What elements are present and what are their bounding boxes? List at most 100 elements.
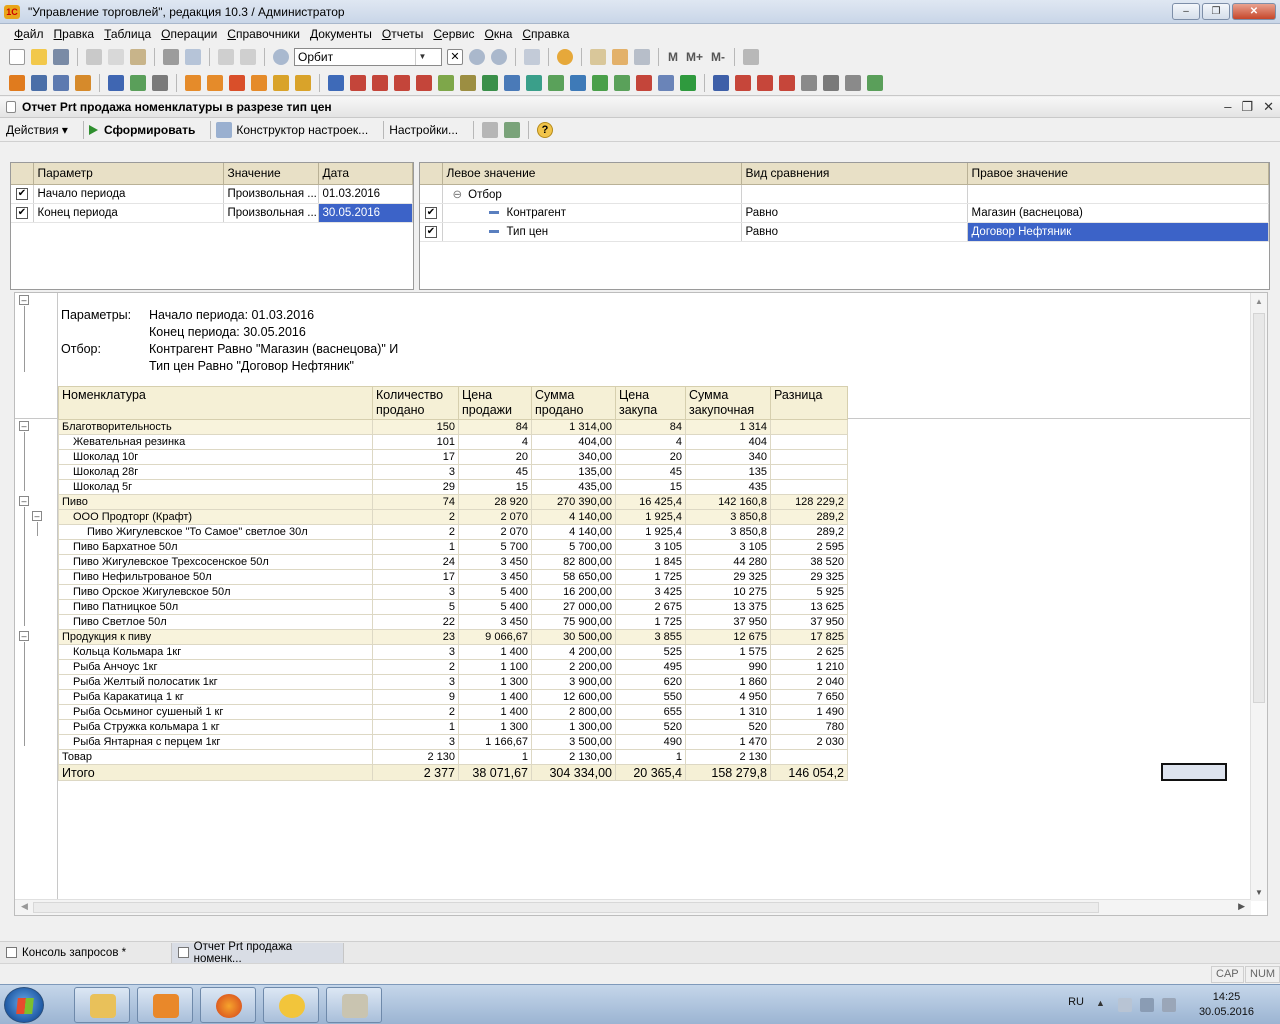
- group-row[interactable]: Благотворительность 150 84 1 314,00 84 1 314: [58, 419, 848, 435]
- doc-approve-icon[interactable]: [592, 74, 608, 91]
- copy-icon[interactable]: [108, 49, 124, 65]
- table-row[interactable]: Пиво Нефильтрованое 50л 17 3 450 58 650,00 1…: [58, 569, 848, 585]
- group-collapse-icon[interactable]: –: [32, 511, 42, 521]
- total-row[interactable]: Итого 2 377 38 071,67 304 334,00 20 365,…: [58, 764, 848, 781]
- payment-icon[interactable]: [295, 74, 311, 91]
- paste-icon[interactable]: [130, 49, 146, 65]
- table-row[interactable]: Пиво Орское Жигулевское 50л 3 5 400 16 200,…: [58, 584, 848, 600]
- doc-excel-icon[interactable]: [680, 74, 696, 91]
- network-icon[interactable]: [1140, 998, 1154, 1012]
- doc-accept-icon[interactable]: [614, 74, 630, 91]
- taskbar-firefox[interactable]: [200, 987, 256, 1023]
- col-value[interactable]: Значение: [223, 163, 319, 185]
- col-parameter[interactable]: Параметр: [33, 163, 224, 185]
- doc-move-icon[interactable]: [328, 74, 344, 91]
- group-row[interactable]: ООО Продторг (Крафт) 2 2 070 4 140,00 1 925,…: [58, 509, 848, 525]
- action-center-icon[interactable]: [1118, 998, 1132, 1012]
- table-row[interactable]: Пиво Жигулевское "То Самое" светлое 30л 2…: [58, 524, 848, 540]
- table-row[interactable]: Рыба Осьминог сушеный 1 кг 2 1 400 2 800,00…: [58, 704, 848, 720]
- group-collapse-icon[interactable]: –: [19, 295, 29, 305]
- doc-check-icon[interactable]: [482, 74, 498, 91]
- param-row[interactable]: ✔ Конец периода Произвольная ... 30.05.2…: [11, 203, 413, 223]
- doc-settings-icon[interactable]: [658, 74, 674, 91]
- group-row[interactable]: Пиво 74 28 920 270 390,00 16 425,4 142 160,8 1…: [58, 494, 848, 510]
- new-document-icon[interactable]: [9, 49, 25, 65]
- settings-button[interactable]: Настройки...: [389, 123, 458, 137]
- menu-table[interactable]: Таблица: [104, 27, 151, 41]
- report-check-icon[interactable]: [867, 74, 883, 91]
- taskbar-media-player[interactable]: [137, 987, 193, 1023]
- doc-price-icon[interactable]: [504, 74, 520, 91]
- scroll-thumb[interactable]: [33, 902, 1099, 913]
- horizontal-scrollbar[interactable]: ◀ ▶: [15, 899, 1251, 915]
- table-row[interactable]: Шоколад 5г 29 15 435,00 15 435: [58, 479, 848, 495]
- start-button[interactable]: [4, 987, 44, 1023]
- cash-icon[interactable]: [273, 74, 289, 91]
- table-row[interactable]: Рыба Анчоус 1кг 2 1 100 2 200,00 495 990 1 210: [58, 659, 848, 675]
- save-settings-icon[interactable]: [504, 121, 521, 138]
- param-value[interactable]: Произвольная ...: [223, 203, 319, 223]
- menu-windows[interactable]: Окна: [484, 27, 512, 41]
- chart-icon[interactable]: [152, 74, 168, 91]
- tab-query-console[interactable]: Консоль запросов *: [0, 942, 172, 963]
- register-icon[interactable]: [31, 74, 47, 91]
- menu-operations[interactable]: Операции: [161, 27, 217, 41]
- help-icon[interactable]: ?: [537, 121, 554, 138]
- param-date[interactable]: 01.03.2016: [318, 184, 413, 204]
- menu-catalogs[interactable]: Справочники: [227, 27, 300, 41]
- menu-documents[interactable]: Документы: [310, 27, 372, 41]
- tray-expand-icon[interactable]: ▲: [1096, 998, 1110, 1012]
- doc-restore-button[interactable]: ❐: [1241, 99, 1253, 115]
- maximize-button[interactable]: ❐: [1202, 3, 1230, 20]
- group-collapse-icon[interactable]: –: [19, 631, 29, 641]
- minimize-button[interactable]: –: [1172, 3, 1200, 20]
- col-comparison[interactable]: Вид сравнения: [741, 163, 968, 185]
- staff-move-icon[interactable]: [779, 74, 795, 91]
- filter-row[interactable]: ✔ Тип цен Равно Договор Нефтяник: [420, 222, 1269, 242]
- calculator-icon[interactable]: [590, 49, 606, 65]
- group-collapse-icon[interactable]: –: [19, 421, 29, 431]
- doc-receipt-icon[interactable]: [350, 74, 366, 91]
- chevron-down-icon[interactable]: ▼: [415, 49, 429, 65]
- doc-return-icon[interactable]: [394, 74, 410, 91]
- close-button[interactable]: ✕: [1232, 3, 1276, 20]
- report-list-icon[interactable]: [845, 74, 861, 91]
- menu-help[interactable]: Справка: [522, 27, 569, 41]
- table-row[interactable]: Жевательная резинка 101 4 404,00 4 404: [58, 434, 848, 450]
- doc-inventory-icon[interactable]: [460, 74, 476, 91]
- undo-icon[interactable]: [218, 49, 234, 65]
- selected-cell-box[interactable]: [1161, 763, 1227, 781]
- find-prev-icon[interactable]: [491, 49, 507, 65]
- return-icon[interactable]: [229, 74, 245, 91]
- actions-menu-button[interactable]: Действия ▾: [6, 123, 68, 137]
- doc-close-button[interactable]: ✕: [1263, 99, 1274, 115]
- menu-service[interactable]: Сервис: [433, 27, 474, 41]
- checkbox-checked[interactable]: ✔: [16, 188, 28, 200]
- search-combo[interactable]: ▼: [294, 48, 442, 66]
- open-folder-icon[interactable]: [31, 49, 47, 65]
- memory-m-button[interactable]: M: [668, 50, 678, 64]
- settings-constructor-button[interactable]: Конструктор настроек...: [216, 121, 368, 138]
- users-icon[interactable]: [634, 49, 650, 65]
- filter-right-selected[interactable]: Договор Нефтяник: [967, 222, 1269, 242]
- search-input[interactable]: [295, 49, 415, 65]
- cut-icon[interactable]: [86, 49, 102, 65]
- table-row[interactable]: Рыба Желтый полосатик 1кг 3 1 300 3 900,00 6…: [58, 674, 848, 690]
- report-spreadsheet[interactable]: – Параметры: Начало периода: 01.03.2016 К…: [14, 292, 1268, 916]
- clock[interactable]: 14:25 30.05.2016: [1199, 990, 1254, 1020]
- print-preview-icon[interactable]: [185, 49, 201, 65]
- collapse-icon[interactable]: ⊖: [453, 189, 463, 201]
- taskbar-paint[interactable]: [326, 987, 382, 1023]
- run-report-button[interactable]: Сформировать: [88, 123, 195, 137]
- menu-reports[interactable]: Отчеты: [382, 27, 424, 41]
- doc-transfer-icon[interactable]: [416, 74, 432, 91]
- group-collapse-icon[interactable]: –: [19, 496, 29, 506]
- scroll-down-icon[interactable]: ▼: [1255, 888, 1263, 897]
- calendar-icon[interactable]: [612, 49, 628, 65]
- param-value[interactable]: Произвольная ...: [223, 184, 319, 204]
- table-row[interactable]: Рыба Стружка кольмара 1 кг 1 1 300 1 300,00…: [58, 719, 848, 735]
- doc-add-icon[interactable]: [548, 74, 564, 91]
- col-right-value[interactable]: Правое значение: [967, 163, 1269, 185]
- staff-fire-icon[interactable]: [757, 74, 773, 91]
- filter-group-row[interactable]: ⊖ Отбор: [420, 184, 1269, 204]
